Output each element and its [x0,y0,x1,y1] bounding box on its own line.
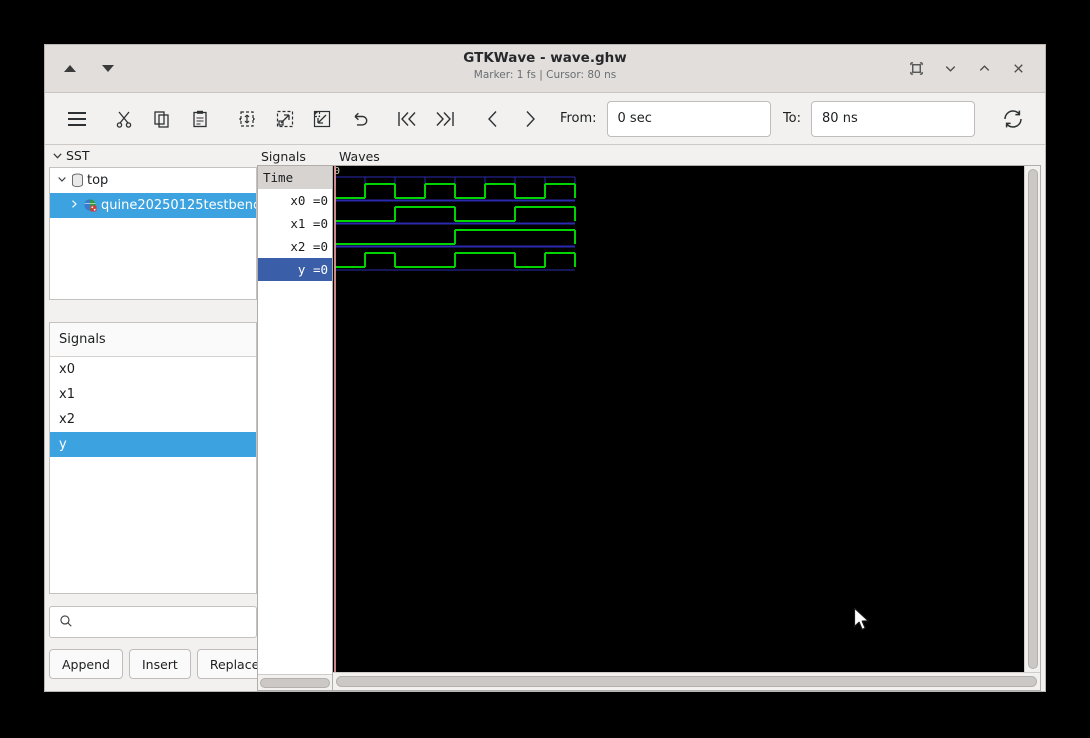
main-toolbar: From: 0 sec To: 80 ns [45,93,1045,145]
reload-icon[interactable] [995,101,1031,137]
wave-horizontal-scrollbar[interactable] [333,672,1040,690]
to-input[interactable]: 80 ns [811,101,975,137]
signals-list-title: Signals [50,323,256,357]
go-last-icon[interactable] [427,101,463,137]
wave-panel: Signals Waves Time x0 =0 x1 =0 x2 =0 y =… [257,145,1045,691]
sst-tree-item-label: top [87,173,108,188]
chevron-down-icon[interactable] [55,174,68,187]
wave-canvas-wrap: 0 [333,166,1040,672]
cut-icon[interactable] [107,101,143,137]
wave-name-column-filler [258,281,332,674]
sst-header-label: SST [66,148,90,163]
wave-waves-header: Waves [333,149,380,165]
from-label: From: [560,111,597,126]
title-bar-nav [45,58,119,80]
restore-window-icon[interactable] [901,54,931,84]
sst-tree-item-label: quine20250125testbench [101,198,256,213]
wave-main: Time x0 =0 x1 =0 x2 =0 y =0 0 [257,165,1041,691]
wave-name-column-hscrollbar[interactable] [258,674,332,690]
mouse-pointer [853,607,871,637]
close-icon[interactable] [1003,54,1033,84]
scrollbar-thumb[interactable] [260,678,330,688]
sst-tree-item-quine[interactable]: quine20250125testbench [50,193,256,218]
zoom-in-icon[interactable] [267,101,303,137]
zoom-out-icon[interactable] [304,101,340,137]
title-bar: GTKWave - wave.ghw Marker: 1 fs | Cursor… [45,45,1045,93]
chevron-down-icon[interactable] [52,146,63,165]
chevron-right-icon[interactable] [67,199,80,212]
append-button[interactable]: Append [49,649,123,679]
window-body: SST top [45,145,1045,691]
sst-tree[interactable]: top [49,167,257,300]
search-input[interactable] [79,614,229,631]
wave-time-row-label: Time [258,166,332,189]
signal-name: x1 [59,387,75,402]
sst-tree-item-top[interactable]: top [50,168,256,193]
wave-canvas[interactable]: 0 [333,166,1024,672]
gtkwave-window: GTKWave - wave.ghw Marker: 1 fs | Cursor… [44,44,1046,692]
chevron-up-icon[interactable] [969,54,999,84]
zoom-fit-icon[interactable] [229,101,265,137]
list-item[interactable]: x1 [50,382,256,407]
insert-button[interactable]: Insert [129,649,191,679]
undo-icon[interactable] [342,101,378,137]
paste-icon[interactable] [182,101,218,137]
search-box[interactable] [49,606,257,638]
wave-row-label-y[interactable]: y =0 [258,258,332,281]
to-value: 80 ns [822,111,858,126]
window-status-subtitle: Marker: 1 fs | Cursor: 80 ns [45,68,1045,83]
wave-traces [333,166,1021,672]
from-input[interactable]: 0 sec [607,101,771,137]
list-item[interactable]: x0 [50,357,256,382]
scrollbar-thumb[interactable] [1028,169,1038,669]
wave-signals-header: Signals [257,149,333,165]
window-title-block: GTKWave - wave.ghw Marker: 1 fs | Cursor… [45,49,1045,83]
scope-sphere-icon [83,198,98,213]
scrollbar-thumb[interactable] [336,676,1037,687]
signals-list-panel: Signals x0 x1 x2 y [49,322,257,594]
wave-row-label-x2[interactable]: x2 =0 [258,235,332,258]
signal-name: x2 [59,412,75,427]
wave-panel-headers: Signals Waves [257,145,1041,165]
window-title: GTKWave - wave.ghw [45,49,1045,67]
signal-name: x0 [59,362,75,377]
wave-name-column[interactable]: Time x0 =0 x1 =0 x2 =0 y =0 [257,165,333,691]
wave-canvas-panel: 0 [333,165,1041,691]
from-value: 0 sec [618,111,652,126]
hamburger-menu-icon[interactable] [59,101,95,137]
sst-header[interactable]: SST [49,145,257,165]
go-first-icon[interactable] [390,101,426,137]
module-cylinder-icon [71,173,84,188]
triangle-up-icon[interactable] [59,58,81,80]
wave-row-label-x0[interactable]: x0 =0 [258,189,332,212]
to-label: To: [783,111,801,126]
list-item[interactable]: x2 [50,407,256,432]
chevron-down-icon[interactable] [935,54,965,84]
wave-row-label-x1[interactable]: x1 =0 [258,212,332,235]
triangle-down-icon[interactable] [97,58,119,80]
wave-cursor-marker[interactable] [334,166,336,672]
signal-name: y [59,437,67,452]
signal-action-buttons: Append Insert Replace [49,649,257,679]
list-item[interactable]: y [50,432,256,457]
window-controls [901,54,1045,84]
go-next-icon[interactable] [512,101,548,137]
left-panel: SST top [45,145,257,691]
search-icon [59,613,73,632]
go-prev-icon[interactable] [475,101,511,137]
copy-icon[interactable] [144,101,180,137]
wave-vertical-scrollbar[interactable] [1024,166,1040,672]
